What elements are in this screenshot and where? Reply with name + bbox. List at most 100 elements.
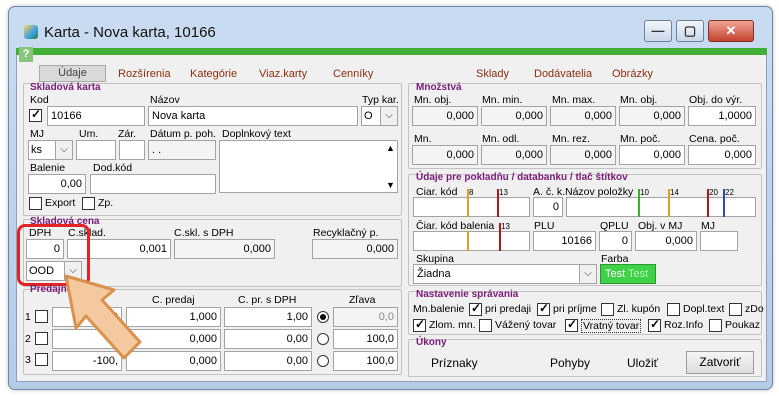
dodkod-field[interactable] [90, 174, 216, 194]
obj-do-vyr-field[interactable]: 1,0000 [688, 106, 756, 126]
tab-udaje[interactable]: Údaje [39, 65, 106, 82]
poukaz-label: Poukaz [725, 319, 761, 331]
dopl-text-checkbox[interactable] [667, 303, 680, 316]
mn-obj-field[interactable]: 0,000 [412, 106, 478, 126]
doplnkovy-label: Doplnkový text [222, 128, 291, 140]
status-bar [16, 48, 767, 55]
pointer-arrow-icon [64, 274, 142, 360]
mj-select[interactable]: ks ⌵ [28, 140, 73, 160]
tab-kategorie[interactable]: Kategórie [190, 68, 237, 80]
tab-rozsirenia[interactable]: Rozšírenia [118, 68, 171, 80]
doplnkovy-text[interactable] [219, 140, 398, 193]
cena-poc-field[interactable]: 0,000 [688, 145, 756, 165]
marker-8 [467, 189, 469, 217]
typ-value: O [364, 110, 373, 122]
zlom-mn-checkbox[interactable] [413, 317, 426, 332]
obj-do-vyr-label: Obj. do výr. [689, 94, 743, 106]
tab-viaz-karty[interactable]: Viaz.karty [259, 68, 307, 80]
minimize-button[interactable]: — [644, 20, 672, 42]
vratny-tovar-label: Vratný tovar [581, 319, 642, 333]
priznaky-button[interactable]: Príznaky [431, 356, 478, 370]
row-zlava[interactable]: 100,0 [333, 351, 398, 371]
farba-swatch[interactable]: Test Test [600, 264, 656, 284]
mj-label: MJ [30, 128, 44, 140]
ulozit-button[interactable]: Uložiť [627, 356, 658, 370]
marker-22 [723, 189, 725, 217]
plu-field[interactable]: 10166 [533, 231, 596, 251]
vazeny-tovar-checkbox[interactable] [479, 319, 492, 332]
row-radio[interactable] [317, 333, 329, 345]
nazov-field[interactable]: Nova karta [148, 106, 358, 126]
tick-13b: 13 [501, 222, 510, 231]
ciar-kod-field[interactable] [413, 197, 530, 217]
row-zlava[interactable]: 100,0 [333, 329, 398, 349]
nazov-pol-field[interactable] [566, 197, 756, 217]
zdo-checkbox[interactable] [729, 303, 742, 316]
zp-checkbox[interactable] [82, 197, 95, 210]
poukaz-checkbox[interactable] [709, 319, 722, 332]
pri-prijme-checkbox[interactable] [537, 301, 550, 316]
balenie-field[interactable]: 0,00 [28, 174, 86, 194]
tab-sklady[interactable]: Sklady [476, 68, 509, 80]
mnozstva-title: Množstvá [416, 82, 462, 93]
row-cprdph[interactable]: 0,00 [224, 351, 312, 371]
mn-label: Mn. [414, 133, 432, 145]
mn-rez-field[interactable]: 0,000 [550, 145, 616, 165]
help-icon[interactable]: ? [19, 47, 33, 62]
zatvorit-button[interactable]: Zatvoriť [686, 351, 754, 374]
um-field[interactable] [76, 140, 116, 160]
mn-obj2-field[interactable]: 0,000 [619, 106, 685, 126]
col-zlava: Zľava [349, 294, 376, 306]
app-icon [24, 25, 38, 39]
close-button[interactable]: ✕ [708, 20, 754, 42]
row-checkbox[interactable] [35, 332, 48, 345]
objmj-field[interactable]: 0,000 [635, 231, 697, 251]
row-number: 1 [25, 311, 31, 323]
row-checkbox[interactable] [35, 310, 48, 323]
row-cprdph[interactable]: 0,00 [224, 329, 312, 349]
mj2-field[interactable] [700, 231, 738, 251]
kod-checkbox[interactable] [29, 107, 42, 122]
row-radio[interactable] [317, 355, 329, 367]
scroll-up-icon[interactable]: ▲ [386, 143, 395, 153]
tab-obrazky[interactable]: Obrázky [612, 68, 653, 80]
tab-dodavatelia[interactable]: Dodávatelia [534, 68, 592, 80]
balenie-label: Balenie [30, 162, 66, 174]
ukony-title: Úkony [416, 337, 447, 348]
recyk-field[interactable]: 0,000 [312, 239, 398, 259]
mn-poc-field[interactable]: 0,000 [619, 145, 685, 165]
mn-field[interactable]: 0,000 [412, 145, 478, 165]
kod-field[interactable]: 10166 [47, 106, 145, 126]
datum-field[interactable]: . . [148, 140, 216, 160]
datum-label: Dátum p. poh. [150, 128, 216, 140]
pri-prijme-label: pri príjme [553, 303, 597, 315]
row-radio[interactable] [317, 311, 329, 323]
farba-test-a: Test [605, 268, 626, 280]
ciar-bal-field[interactable] [413, 231, 530, 251]
zdo-label: zDo [745, 303, 764, 315]
row-checkbox[interactable] [35, 353, 48, 366]
typ-select[interactable]: O ⌵ [361, 106, 398, 126]
pohyby-button[interactable]: Pohyby [550, 356, 590, 370]
export-checkbox[interactable] [29, 197, 42, 210]
mn-obj2-label: Mn. obj. [620, 94, 658, 106]
row-zlava[interactable]: 0,0 [333, 307, 398, 327]
skupina-select[interactable]: Žiadna ⌵ [413, 264, 597, 284]
qplu-field[interactable]: 0 [599, 231, 632, 251]
zar-field[interactable] [119, 140, 145, 160]
marker-10 [638, 189, 640, 217]
row-cprdph[interactable]: 1,00 [224, 307, 312, 327]
roz-info-checkbox[interactable] [648, 317, 661, 332]
mn-max-field[interactable]: 0,000 [550, 106, 616, 126]
tab-cenniky[interactable]: Cenníky [333, 68, 373, 80]
pri-predaji-checkbox[interactable] [469, 301, 482, 316]
vratny-tovar-checkbox[interactable] [565, 317, 578, 332]
maximize-button[interactable]: ▢ [676, 20, 704, 42]
mn-odl-field[interactable]: 0,000 [481, 145, 547, 165]
tick-14: 14 [670, 188, 679, 197]
scroll-down-icon[interactable]: ▼ [386, 180, 395, 190]
mn-min-field[interactable]: 0,000 [481, 106, 547, 126]
zl-kupon-checkbox[interactable] [601, 303, 614, 316]
csdph-field[interactable]: 0,000 [174, 239, 275, 259]
ack-field[interactable]: 0 [533, 197, 563, 217]
